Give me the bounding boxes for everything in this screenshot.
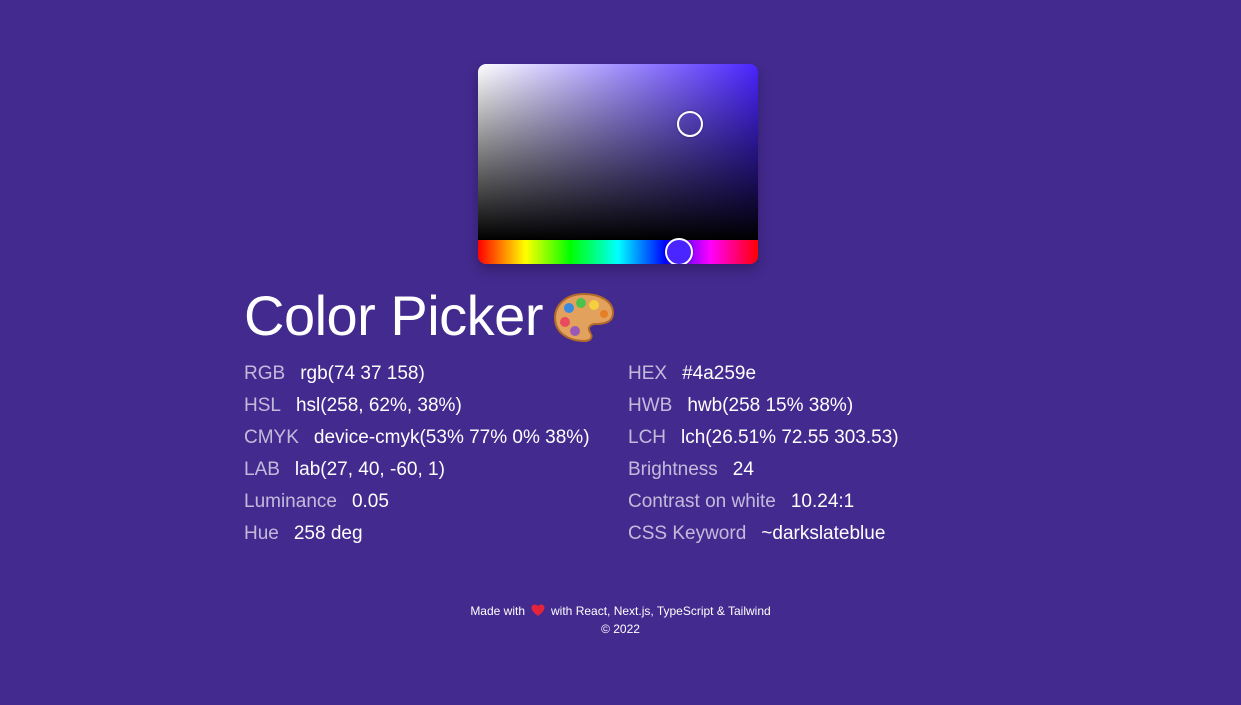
value-label: CMYK	[244, 427, 299, 448]
page-title: Color Picker	[244, 282, 615, 358]
value-label: Brightness	[628, 459, 718, 480]
value-label: Contrast on white	[628, 491, 776, 512]
value-text[interactable]: 0.05	[352, 491, 389, 512]
value-text[interactable]: 258 deg	[294, 523, 363, 544]
heart-icon	[531, 604, 545, 621]
hue-slider[interactable]	[478, 240, 758, 264]
value-text[interactable]: device-cmyk(53% 77% 0% 38%)	[314, 427, 590, 448]
value-row-lch: LCH lch(26.51% 72.55 303.53)	[628, 422, 899, 454]
value-text[interactable]: hwb(258 15% 38%)	[687, 395, 853, 416]
hue-pointer[interactable]	[665, 238, 693, 264]
palette-icon	[553, 290, 615, 358]
value-row-lab: LAB lab(27, 40, -60, 1)	[244, 454, 590, 486]
value-row-rgb: RGB rgb(74 37 158)	[244, 358, 590, 390]
value-text[interactable]: 10.24:1	[791, 491, 854, 512]
saturation-area[interactable]	[478, 64, 758, 240]
value-label: HWB	[628, 395, 673, 416]
value-row-luminance: Luminance 0.05	[244, 486, 590, 518]
value-label: LAB	[244, 459, 280, 480]
value-text[interactable]: hsl(258, 62%, 38%)	[296, 395, 462, 416]
saturation-pointer[interactable]	[677, 111, 703, 137]
value-label: LCH	[628, 427, 667, 448]
value-row-hsl: HSL hsl(258, 62%, 38%)	[244, 390, 590, 422]
value-label: Hue	[244, 523, 279, 544]
value-row-hex: HEX #4a259e	[628, 358, 899, 390]
value-label: HSL	[244, 395, 281, 416]
value-label: CSS Keyword	[628, 523, 747, 544]
value-row-hue: Hue 258 deg	[244, 518, 590, 550]
color-values-left: RGB rgb(74 37 158) HSL hsl(258, 62%, 38%) …	[244, 358, 590, 550]
value-row-contrast: Contrast on white 10.24:1	[628, 486, 899, 518]
value-row-css-keyword: CSS Keyword ~darkslateblue	[628, 518, 899, 550]
footer-copyright: © 2022	[601, 622, 640, 636]
value-row-brightness: Brightness 24	[628, 454, 899, 486]
page-title-text: Color Picker	[244, 284, 543, 347]
value-text[interactable]: ~darkslateblue	[761, 523, 885, 544]
value-text[interactable]: rgb(74 37 158)	[300, 363, 425, 384]
value-text[interactable]: 24	[733, 459, 754, 480]
value-label: HEX	[628, 363, 668, 384]
footer-made-with: Made with	[470, 604, 526, 618]
footer-tech: with React, Next.js, TypeScript & Tailwi…	[551, 604, 771, 618]
value-text[interactable]: lch(26.51% 72.55 303.53)	[681, 427, 899, 448]
color-values-right: HEX #4a259e HWB hwb(258 15% 38%) LCH lch(26…	[628, 358, 899, 550]
footer: Made with with React, Next.js, TypeScrip…	[0, 603, 1241, 637]
value-row-hwb: HWB hwb(258 15% 38%)	[628, 390, 899, 422]
value-label: Luminance	[244, 491, 337, 512]
footer-credits: Made with with React, Next.js, TypeScrip…	[0, 603, 1241, 621]
value-text[interactable]: lab(27, 40, -60, 1)	[295, 459, 445, 480]
value-label: RGB	[244, 363, 286, 384]
value-text[interactable]: #4a259e	[682, 363, 756, 384]
color-picker[interactable]	[478, 64, 758, 264]
value-row-cmyk: CMYK device-cmyk(53% 77% 0% 38%)	[244, 422, 590, 454]
